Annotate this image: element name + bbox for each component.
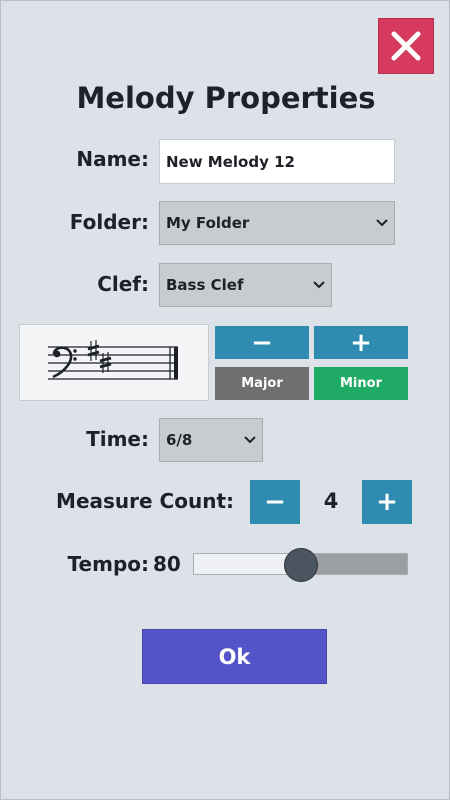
tempo-slider-thumb[interactable] [283,548,318,582]
ok-button-label: Ok [218,644,251,669]
folder-select[interactable]: My Folder [159,201,395,245]
clef-label: Clef: [97,272,149,296]
plus-icon: + [376,487,398,517]
clef-select-value: Bass Clef [166,276,244,294]
add-sharp-button[interactable]: + [314,326,408,359]
key-signature-preview [19,324,209,401]
name-input[interactable]: New Melody 12 [159,139,395,184]
major-button-label: Major [241,376,283,391]
minus-icon: − [251,327,273,358]
time-select-value: 6/8 [166,431,193,449]
bass-clef-icon [52,346,77,379]
minor-button-label: Minor [340,376,382,391]
measure-count-label: Measure Count: [56,489,234,513]
folder-select-value: My Folder [166,214,250,232]
chevron-down-icon [313,281,325,289]
tempo-value: 80 [153,552,181,576]
ok-button[interactable]: Ok [142,629,327,684]
minor-button[interactable]: Minor [314,367,408,400]
tempo-slider[interactable] [193,548,408,582]
minus-icon: − [264,487,286,517]
measure-count-value: 4 [323,489,339,513]
name-input-value: New Melody 12 [166,152,295,171]
sharp-icon [87,340,100,361]
melody-properties-dialog: Melody Properties Name: New Melody 12 Fo… [0,0,450,800]
folder-label: Folder: [69,210,149,234]
remove-sharp-button[interactable]: − [215,326,309,359]
close-icon [391,31,421,61]
tempo-label: Tempo: [67,552,149,576]
name-label: Name: [76,147,149,171]
page-title: Melody Properties [76,81,376,115]
time-label: Time: [86,427,149,451]
plus-icon: + [350,327,372,358]
chevron-down-icon [376,219,388,227]
staff-image [48,340,178,380]
measure-decrement-button[interactable]: − [250,480,300,524]
close-button[interactable] [378,18,434,74]
chevron-down-icon [244,436,256,444]
major-button[interactable]: Major [215,367,309,400]
time-select[interactable]: 6/8 [159,418,263,462]
clef-select[interactable]: Bass Clef [159,263,332,307]
measure-increment-button[interactable]: + [362,480,412,524]
